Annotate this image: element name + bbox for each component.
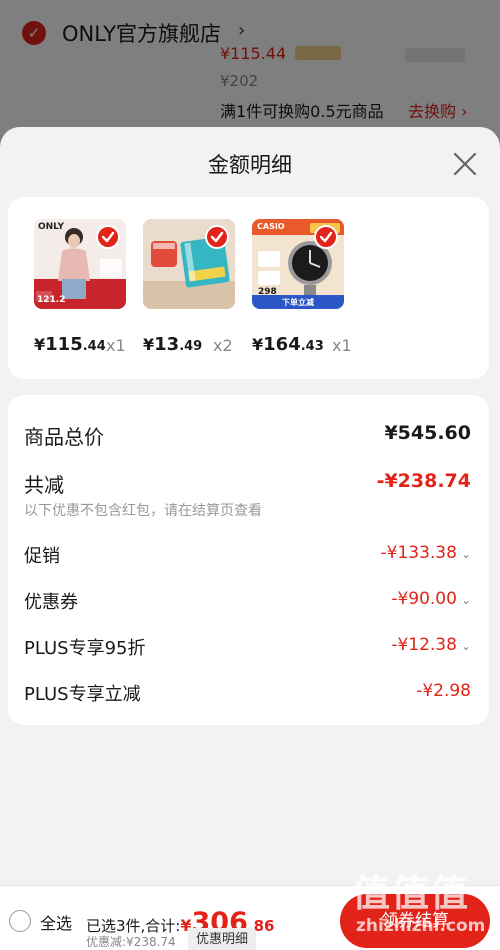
product-price: ¥13.49 (143, 334, 202, 355)
checkmark-icon[interactable] (96, 225, 120, 249)
product-thumbnail[interactable] (143, 219, 235, 309)
plus-discount-value-row[interactable]: -¥12.38 ⌄ (391, 635, 471, 655)
product-quantity: x1 (106, 336, 126, 355)
coupon-label: 优惠券 (24, 592, 78, 613)
promo-value-row[interactable]: -¥133.38 ⌄ (381, 543, 472, 563)
currency-symbol: ¥ (143, 335, 155, 354)
product-badge: 298 (258, 287, 277, 297)
product-brand-logo: CASIO (257, 222, 285, 231)
currency-symbol: ¥ (34, 335, 46, 354)
sheet-title: 金额明细 (208, 153, 292, 177)
close-icon[interactable] (448, 147, 482, 181)
product-item[interactable]: ¥13.49 x2 (143, 219, 235, 355)
product-quantity: x1 (332, 336, 352, 355)
price-decimal: .43 (300, 339, 324, 354)
checkmark-icon[interactable] (205, 225, 229, 249)
price-decimal: .49 (179, 339, 203, 354)
select-all-label[interactable]: 全选 (40, 910, 72, 934)
chevron-down-icon: ⌄ (460, 547, 471, 561)
product-thumbnail[interactable]: CASIO 298 下单立减 (252, 219, 344, 309)
product-price: ¥115.44 (34, 334, 106, 355)
product-item[interactable]: CASIO 298 下单立减 ¥164.43 x1 (252, 219, 352, 355)
product-brand-logo: ONLY (38, 222, 65, 232)
reduce-value: -¥238.74 (376, 470, 471, 492)
price-summary-card: 商品总价 ¥545.60 共减 -¥238.74 以下优惠不包含红包，请在结算页… (8, 395, 489, 725)
plus-reduce-value: -¥2.98 (416, 681, 471, 701)
coupon-value: -¥90.00 (391, 589, 457, 609)
discount-text: 优惠减:¥238.74 (86, 935, 176, 949)
discount-detail-button[interactable]: 优惠明细 (188, 928, 257, 950)
product-quantity: x2 (213, 336, 233, 355)
select-all-radio[interactable] (9, 910, 31, 932)
price-integer: 115 (45, 334, 83, 355)
product-thumbnail[interactable]: ONLY 121.2 (34, 219, 126, 309)
reduce-label: 共减 (24, 473, 64, 497)
price-detail-sheet: 金额明细 ONLY 121.2 ¥115.44 x1 ¥13.49 x2 CAS… (0, 127, 500, 950)
chevron-down-icon: ⌄ (460, 639, 471, 653)
total-value: ¥545.60 (384, 422, 471, 444)
currency-symbol: ¥ (252, 335, 264, 354)
promo-label: 促销 (24, 546, 60, 567)
product-badge: 121.2 (37, 295, 66, 305)
checkmark-icon[interactable] (314, 225, 338, 249)
price-decimal: .44 (82, 339, 106, 354)
price-integer: 13 (154, 334, 180, 355)
plus-discount-value: -¥12.38 (391, 635, 457, 655)
product-item[interactable]: ONLY 121.2 ¥115.44 x1 (34, 219, 126, 355)
product-banner: 下单立减 (282, 298, 314, 307)
plus-discount-label: PLUS专享95折 (24, 638, 146, 659)
price-integer: 164 (263, 334, 301, 355)
checkout-button[interactable]: 领券结算 (340, 894, 490, 948)
total-label: 商品总价 (24, 425, 104, 449)
checkout-bar: 全选 已选3件,合计:¥306.86 优惠减:¥238.74 优惠明细 领券结算 (0, 885, 500, 950)
coupon-value-row[interactable]: -¥90.00 ⌄ (391, 589, 471, 609)
product-list-card: ONLY 121.2 ¥115.44 x1 ¥13.49 x2 CASIO 29… (8, 197, 489, 379)
plus-reduce-label: PLUS专享立减 (24, 684, 141, 705)
chevron-down-icon: ⌄ (460, 593, 471, 607)
promo-value: -¥133.38 (380, 543, 457, 563)
product-price: ¥164.43 (252, 334, 324, 355)
reduce-note: 以下优惠不包含红包，请在结算页查看 (24, 503, 262, 519)
